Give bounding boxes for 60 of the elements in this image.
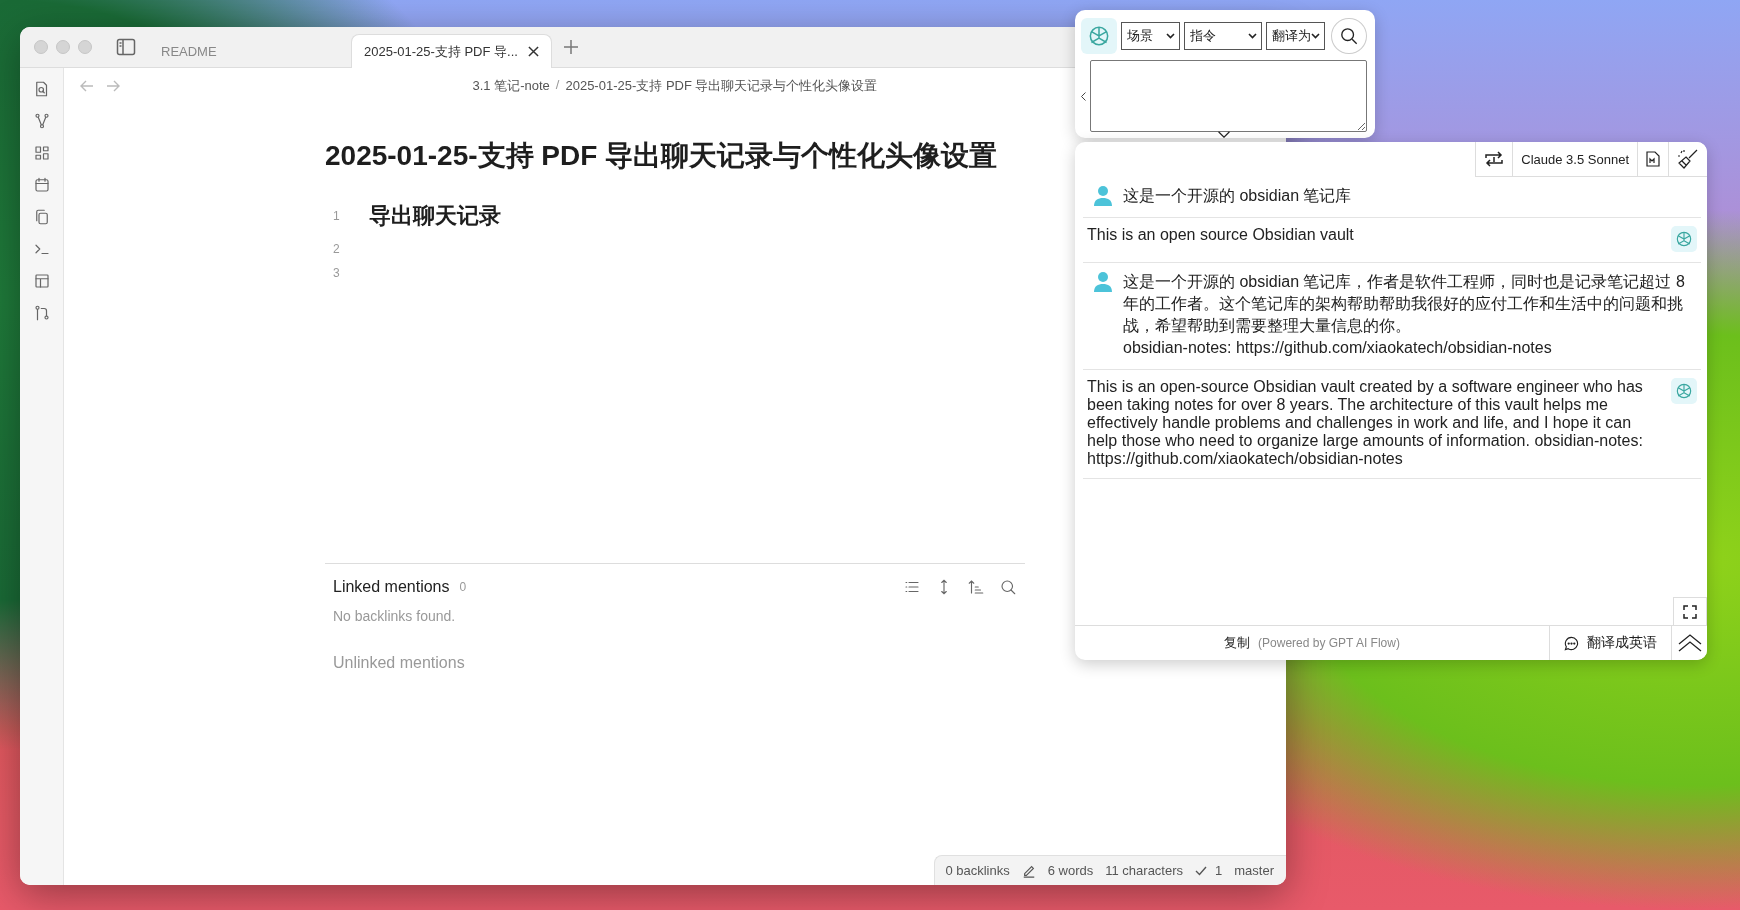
copy-link[interactable]: 复制 [1224, 634, 1251, 652]
chat-bubble-icon [1564, 635, 1579, 651]
chevron-left-icon[interactable] [1081, 91, 1086, 101]
dropdown[interactable]: 场景 [1120, 22, 1181, 50]
calendar-icon[interactable] [32, 176, 51, 194]
user-avatar-icon [1093, 271, 1113, 293]
caret-icon [1247, 33, 1257, 39]
line-number: 3 [332, 266, 341, 280]
line-number: 2 [332, 242, 341, 256]
graph-icon[interactable] [32, 112, 51, 130]
broom-icon [1677, 148, 1699, 170]
pencil-icon[interactable] [1021, 863, 1036, 878]
translate-button[interactable]: 翻译成英语 [1549, 626, 1671, 660]
user-message: 这是一个开源的 obsidian 笔记库 [1123, 186, 1353, 206]
user-message: 这是一个开源的 obsidian 笔记库，作者是软件工程师，同时也是记录笔记超过 8 年的工作者。这个笔记库的架构帮助帮助我很好的应付工作和生活中的问题和挑战，希望帮助到需要整理大量信息的你。 obsidian-notes: https://github.com/xiaokatech/obsidian-notes [1123, 272, 1686, 358]
note-title: 2025-01-25-支持 PDF 导出聊天记录与个性化头像设置 [325, 139, 999, 173]
chevron-down-icon[interactable] [1216, 131, 1232, 138]
line-number: 1 [332, 209, 341, 223]
fullscreen-icon [1683, 604, 1697, 619]
new-tab-icon[interactable] [563, 40, 578, 54]
caret-icon [1311, 33, 1321, 39]
collapse-button[interactable] [1671, 626, 1707, 660]
mentions-count: 0 [459, 580, 467, 594]
sidebar-toggle-icon[interactable] [116, 38, 136, 56]
search-button[interactable] [1331, 18, 1367, 54]
word-count: 6 words [1047, 863, 1094, 878]
grid-icon[interactable] [32, 144, 51, 162]
user-avatar-icon [1093, 185, 1113, 207]
search-icon [1340, 27, 1359, 45]
sort-icon[interactable] [967, 578, 985, 596]
double-chevron-up-icon [1677, 634, 1702, 652]
tab[interactable]: 2025-01-25-支持 PDF 导... [351, 34, 552, 68]
breadcrumb-item[interactable]: 3.1 笔记-note [472, 77, 550, 95]
document-icon [1646, 151, 1660, 167]
breadcrumb-separator: / [555, 77, 560, 94]
repeat-icon [1484, 150, 1505, 168]
assistant-message: This is an open source Obsidian vault [1087, 226, 1355, 244]
dropdown[interactable]: 指令 [1184, 22, 1262, 50]
clear-button[interactable] [1668, 142, 1707, 176]
heading-text: 导出聊天记录 [369, 202, 501, 230]
check-icon [1195, 865, 1208, 876]
layout-icon[interactable] [32, 272, 51, 290]
git-branch-icon[interactable] [32, 304, 51, 322]
git-branch[interactable]: master [1234, 863, 1274, 878]
dropdown[interactable]: 翻译为 [1265, 22, 1326, 50]
fullscreen-button[interactable] [1673, 597, 1707, 625]
character-count: 11 characters [1105, 863, 1184, 878]
export-button[interactable] [1637, 142, 1668, 176]
caret-icon [1166, 33, 1176, 39]
breadcrumb-item[interactable]: 2025-01-25-支持 PDF 导出聊天记录与个性化头像设置 [565, 77, 878, 95]
input-field[interactable] [1090, 60, 1367, 132]
close-icon[interactable] [527, 46, 539, 57]
assistant-message: This is an open-source Obsidian vault created by a software engineer who has been taking notes for over 8 years. The architecture of this vault helps me effectively handle problems and challenges in work and life, and I hope it can help those who need to organize large amounts of information. obsidian-notes: https://github.com/xiaokatech/obsidian-notes [1087, 378, 1644, 468]
empty-message: No backlinks found. [333, 608, 457, 624]
search-icon[interactable] [999, 578, 1017, 596]
model-selector[interactable]: Claude 3.5 Sonnet [1512, 142, 1637, 176]
sync-count[interactable]: 1 [1215, 863, 1223, 878]
powered-by-text: (Powered by GPT AI Flow) [1258, 636, 1400, 650]
backlinks-count[interactable]: 0 backlinks [945, 863, 1010, 878]
linked-mentions-title[interactable]: Linked mentions [333, 578, 450, 596]
